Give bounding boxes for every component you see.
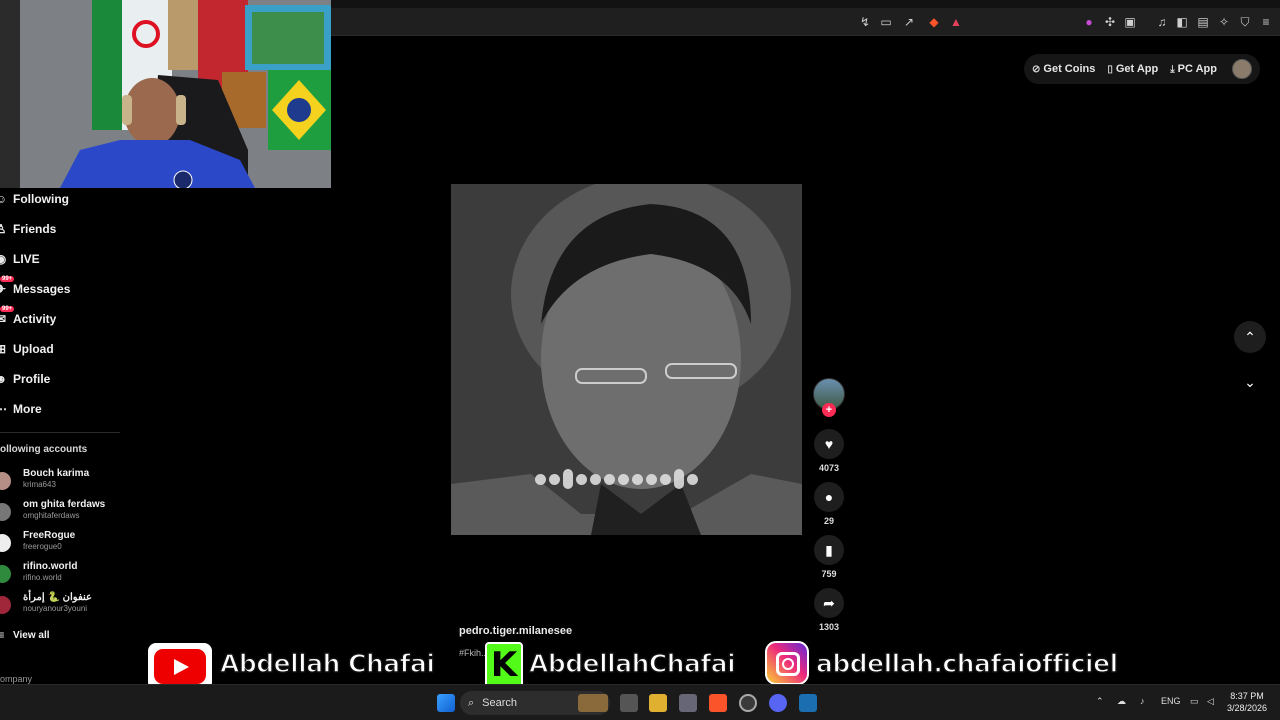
language-indicator[interactable]: ENG xyxy=(1161,696,1181,706)
share-arrow-icon[interactable]: ➦ xyxy=(814,588,844,618)
wallet-icon[interactable]: ▤ xyxy=(1195,14,1211,30)
view-all-link[interactable]: ≡ View all xyxy=(0,624,50,646)
sidebar-item-more[interactable]: ⋯ More xyxy=(0,398,42,420)
like-action[interactable]: ♥ 4073 xyxy=(812,429,846,473)
avatar xyxy=(0,503,11,521)
like-count: 4073 xyxy=(818,463,840,473)
upload-icon: ⊞ xyxy=(0,342,7,356)
friends-icon: ♙ xyxy=(0,222,7,236)
chevron-up-icon: ⌃ xyxy=(1244,329,1256,345)
heart-icon[interactable]: ♥ xyxy=(814,429,844,459)
menu-icon[interactable]: ≡ xyxy=(1258,14,1274,30)
camera-icon[interactable] xyxy=(679,694,697,712)
activity-icon: ✉ xyxy=(0,312,7,326)
screenshot-icon[interactable]: ▣ xyxy=(1122,14,1138,30)
kick-handle: AbdellahChafai xyxy=(528,648,736,679)
sidebar: ☺ Following ♙ Friends ◉ LIVE ✈ 99+ Messa… xyxy=(0,188,130,688)
search-icon: ⌕ xyxy=(468,696,475,709)
translate-off-icon[interactable]: ↯ xyxy=(857,14,873,30)
cloud-icon[interactable]: ☁ xyxy=(1117,696,1126,707)
video-player[interactable] xyxy=(451,184,802,535)
get-coins-button[interactable]: ⊘ Get Coins xyxy=(1032,63,1095,75)
header-actions: ⊘ Get Coins ▯ Get App ⤓ PC App xyxy=(1024,54,1260,84)
video-author[interactable]: pedro.tiger.milanesee xyxy=(459,625,572,637)
vpn-icon[interactable]: ⛉ xyxy=(1237,14,1253,30)
messages-icon: ✈ xyxy=(0,282,7,296)
avatar xyxy=(0,534,11,552)
share-count: 1303 xyxy=(818,622,840,632)
volume-icon[interactable]: ◁ xyxy=(1207,696,1214,707)
share-icon[interactable]: ↗ xyxy=(901,14,917,30)
discord-icon[interactable] xyxy=(769,694,787,712)
sidebar-item-live[interactable]: ◉ LIVE xyxy=(0,248,40,270)
browser-toolbar: ↯ ▭ ↗ ◆ ▲ ● ✣ ▣ ♫ ◧ ▤ ✧ ⛉ ≡ xyxy=(330,0,1280,36)
sidebar-item-messages[interactable]: ✈ 99+ Messages xyxy=(0,276,70,300)
sidebar-divider xyxy=(0,432,120,433)
profile-icon: ☻ xyxy=(0,372,8,386)
brave-shield-icon[interactable]: ◆ xyxy=(926,14,942,30)
profile-avatar[interactable] xyxy=(1232,59,1252,79)
puzzle-icon[interactable]: ✣ xyxy=(1102,14,1118,30)
save-count: 759 xyxy=(821,569,837,579)
kick-icon: K xyxy=(485,642,523,688)
network-icon[interactable]: ▭ xyxy=(1190,696,1199,707)
phone-icon: ▯ xyxy=(1107,63,1113,75)
sidebar-item-friends[interactable]: ♙ Friends xyxy=(0,218,56,240)
chevron-down-icon: ⌄ xyxy=(1244,374,1256,390)
avatar xyxy=(0,565,11,583)
tab-strip xyxy=(330,0,1280,8)
mic-icon[interactable]: ♪ xyxy=(1140,696,1145,706)
instagram-icon xyxy=(765,641,809,685)
more-icon: ⋯ xyxy=(0,402,7,416)
coin-icon: ⊘ xyxy=(1032,63,1041,75)
sidebar-icon[interactable]: ◧ xyxy=(1174,14,1190,30)
list-icon: ≡ xyxy=(0,628,5,642)
steam-icon[interactable] xyxy=(799,694,817,712)
pc-app-button[interactable]: ⤓ PC App xyxy=(1170,63,1217,75)
live-icon: ◉ xyxy=(0,252,7,266)
next-video-button[interactable]: ⌄ xyxy=(1234,366,1266,398)
previous-video-button[interactable]: ⌃ xyxy=(1234,321,1266,353)
webcam-overlay xyxy=(0,0,331,188)
media-icon[interactable]: ♫ xyxy=(1154,14,1170,30)
save-action[interactable]: ▮ 759 xyxy=(812,535,846,579)
sidebar-item-profile[interactable]: ☻ Profile xyxy=(0,368,50,390)
windows-start-icon[interactable] xyxy=(437,694,455,712)
sidebar-item-following[interactable]: ☺ Following xyxy=(0,188,69,210)
bookmark-icon[interactable]: ▮ xyxy=(814,535,844,565)
get-app-button[interactable]: ▯ Get App xyxy=(1107,63,1158,75)
following-icon: ☺ xyxy=(0,192,8,206)
tray-chevron-icon[interactable]: ⌃ xyxy=(1096,696,1104,707)
comment-icon[interactable]: ● xyxy=(814,482,844,512)
youtube-icon xyxy=(148,643,212,690)
sidebar-item-upload[interactable]: ⊞ Upload xyxy=(0,338,54,360)
task-view-icon[interactable] xyxy=(620,694,638,712)
follow-plus-button[interactable]: + xyxy=(822,403,836,417)
leo-icon[interactable]: ✧ xyxy=(1216,14,1232,30)
messages-badge: 99+ xyxy=(0,276,15,282)
caption-dots xyxy=(535,469,698,489)
extension-badge-icon[interactable]: ● xyxy=(1081,14,1097,30)
youtube-handle: Abdellah Chafai xyxy=(219,648,435,679)
sidebar-item-activity[interactable]: ✉ 99+ Activity xyxy=(0,306,56,330)
avatar xyxy=(0,472,11,490)
system-clock[interactable]: 8:37 PM 3/28/2026 xyxy=(1222,690,1272,714)
cast-icon[interactable]: ▭ xyxy=(878,14,894,30)
comment-action[interactable]: ● 29 xyxy=(812,482,846,526)
file-explorer-icon[interactable] xyxy=(649,694,667,712)
webcam-image xyxy=(0,0,331,188)
download-icon: ⤓ xyxy=(1170,63,1175,75)
brave-rewards-icon[interactable]: ▲ xyxy=(948,14,964,30)
activity-badge: 99+ xyxy=(0,306,15,312)
obs-icon[interactable] xyxy=(739,694,757,712)
windows-taskbar: ⌕ Search ⌃ ☁ ♪ ENG ▭ ◁ 8:37 PM 3/28/2026 xyxy=(0,684,1280,720)
comment-count: 29 xyxy=(823,516,834,526)
brave-icon[interactable] xyxy=(709,694,727,712)
widget-icon[interactable] xyxy=(578,694,608,712)
share-action[interactable]: ➦ 1303 xyxy=(812,588,846,632)
avatar xyxy=(0,596,11,614)
following-accounts-title: ollowing accounts xyxy=(0,444,88,455)
instagram-handle: abdellah.chafaiofficiel xyxy=(815,648,1119,679)
